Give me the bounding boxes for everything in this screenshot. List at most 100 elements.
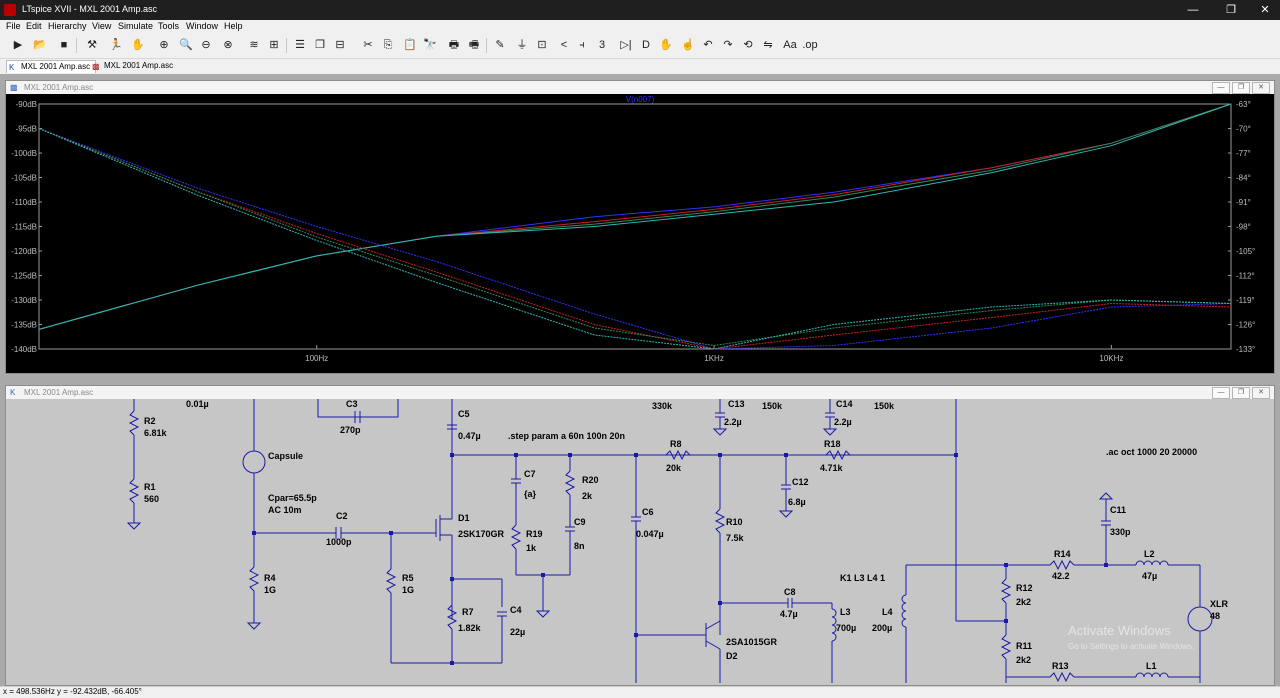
value-r11[interactable]: 2k2 <box>1016 655 1031 665</box>
menu-hierarchy[interactable]: Hierarchy <box>48 21 87 31</box>
window-restore-button[interactable]: ❐ <box>1232 387 1250 399</box>
label-r4[interactable]: R4 <box>264 573 276 583</box>
find-icon[interactable]: 🔭 <box>422 37 438 53</box>
trace-label[interactable]: V(n007) <box>626 95 655 104</box>
undo-icon[interactable]: ↶ <box>700 37 716 53</box>
label-k1[interactable]: K1 L3 L4 1 <box>840 573 885 583</box>
window-close-button[interactable]: ✕ <box>1252 387 1270 399</box>
value-r20[interactable]: 2k <box>582 491 593 501</box>
label-c4[interactable]: C4 <box>510 605 522 615</box>
value-c7[interactable]: {a} <box>524 489 537 499</box>
value-r4[interactable]: 1G <box>264 585 276 595</box>
value-r1[interactable]: 560 <box>144 494 159 504</box>
value-r5[interactable]: 1G <box>402 585 414 595</box>
step-directive[interactable]: .step param a 60n 100n 20n <box>508 431 625 441</box>
label-c11[interactable]: C11 <box>1110 505 1126 515</box>
value-r8[interactable]: 20k <box>666 463 682 473</box>
value-c6[interactable]: 0.047µ <box>636 529 664 539</box>
menu-edit[interactable]: Edit <box>26 21 42 31</box>
label-d2[interactable]: D2 <box>726 651 738 661</box>
menu-help[interactable]: Help <box>224 21 243 31</box>
menu-simulate[interactable]: Simulate <box>118 21 153 31</box>
label-r7[interactable]: R7 <box>462 607 474 617</box>
label-r13[interactable]: R13 <box>1052 661 1069 671</box>
window-minimize-button[interactable]: — <box>1212 82 1230 94</box>
menu-window[interactable]: Window <box>186 21 218 31</box>
label-d1[interactable]: D1 <box>458 513 470 523</box>
label-capsule[interactable]: Capsule <box>268 451 303 461</box>
waveform-window[interactable]: ▩ MXL 2001 Amp.asc — ❐ ✕ V(n007) -90dB -95d… <box>5 80 1275 374</box>
label-r20[interactable]: R20 <box>582 475 599 485</box>
control-panel-icon[interactable]: ⚒ <box>84 37 100 53</box>
label-l4[interactable]: L4 <box>882 607 893 617</box>
label-r11[interactable]: R11 <box>1016 641 1032 651</box>
diode-icon[interactable]: ▷| <box>618 37 634 53</box>
value-d2[interactable]: 2SA1015GR <box>726 637 778 647</box>
tab-waveform[interactable]: ▩ MXL 2001 Amp.asc <box>90 60 178 72</box>
label-c7[interactable]: C7 <box>524 469 536 479</box>
label-r10[interactable]: R10 <box>726 517 743 527</box>
value-c8[interactable]: 4.7µ <box>780 609 798 619</box>
label-r2[interactable]: R2 <box>144 416 156 426</box>
zoom-fit-icon[interactable]: ⊗ <box>220 37 236 53</box>
label-c5[interactable]: C5 <box>458 409 470 419</box>
value-c11[interactable]: 330p <box>1110 527 1131 537</box>
print-icon[interactable]: 🖶 <box>446 37 462 53</box>
value-top[interactable]: 0.01µ <box>186 399 209 409</box>
menu-tools[interactable]: Tools <box>158 21 179 31</box>
value-c9[interactable]: 8n <box>574 541 585 551</box>
value-150k-b[interactable]: 150k <box>874 401 895 411</box>
label-r8[interactable]: R8 <box>670 439 682 449</box>
value-d1[interactable]: 2SK170GR <box>458 529 505 539</box>
close-button[interactable]: ✕ <box>1252 2 1278 18</box>
spice-directive-icon[interactable]: .op <box>802 37 818 53</box>
cascade-icon[interactable]: ❐ <box>312 37 328 53</box>
label-r14[interactable]: R14 <box>1054 549 1071 559</box>
move-icon[interactable]: ✋ <box>658 37 674 53</box>
value-c5[interactable]: 0.47µ <box>458 431 481 441</box>
label-r19[interactable]: R19 <box>526 529 543 539</box>
label-c6[interactable]: C6 <box>642 507 654 517</box>
label-net-icon[interactable]: ⊡ <box>534 37 550 53</box>
ac-directive[interactable]: .ac oct 1000 20 20000 <box>1106 447 1197 457</box>
label-xlr[interactable]: XLR <box>1210 599 1229 609</box>
open-folder-icon[interactable]: 📂 <box>32 37 48 53</box>
maximize-button[interactable]: ❐ <box>1218 2 1244 18</box>
value-l3[interactable]: 700µ <box>836 623 856 633</box>
copy-icon[interactable]: ⎘ <box>380 37 396 53</box>
fft-icon[interactable]: ⊞ <box>266 37 282 53</box>
value-330k[interactable]: 330k <box>652 401 673 411</box>
minimize-button[interactable]: — <box>1180 2 1206 18</box>
save-icon[interactable]: ■ <box>56 37 72 53</box>
window-restore-button[interactable]: ❐ <box>1232 82 1250 94</box>
label-r1[interactable]: R1 <box>144 482 156 492</box>
zoom-in-icon[interactable]: ⊕ <box>156 37 172 53</box>
value-150k-a[interactable]: 150k <box>762 401 783 411</box>
value-c4[interactable]: 22µ <box>510 627 525 637</box>
value-c14[interactable]: 2.2µ <box>834 417 852 427</box>
value-r18[interactable]: 4.71k <box>820 463 844 473</box>
value-l4[interactable]: 200µ <box>872 623 892 633</box>
label-cpar[interactable]: Cpar=65.5p <box>268 493 317 503</box>
label-c14[interactable]: C14 <box>836 399 853 409</box>
value-r14[interactable]: 42.2 <box>1052 571 1070 581</box>
value-r2[interactable]: 6.81k <box>144 428 168 438</box>
label-c12[interactable]: C12 <box>792 477 809 487</box>
capacitor-icon[interactable]: ⫞ <box>574 37 590 53</box>
wire-icon[interactable]: ✎ <box>492 37 508 53</box>
rotate-icon[interactable]: ⟲ <box>740 37 756 53</box>
ground-icon[interactable]: ⏚ <box>514 37 530 53</box>
schematic-canvas[interactable]: R2 6.81k R1 560 0.01µ C3 270p Capsule Cp… <box>6 399 1272 683</box>
schematic-window[interactable]: K MXL 2001 Amp.asc — ❐ ✕ R2 6.81k R1 560… <box>5 385 1275 686</box>
schematic-window-titlebar[interactable]: K MXL 2001 Amp.asc — ❐ ✕ <box>6 386 1274 399</box>
label-r5[interactable]: R5 <box>402 573 414 583</box>
drag-icon[interactable]: ☝ <box>680 37 696 53</box>
redo-icon[interactable]: ↷ <box>720 37 736 53</box>
label-c13[interactable]: C13 <box>728 399 745 409</box>
menu-view[interactable]: View <box>92 21 111 31</box>
value-xlr[interactable]: 48 <box>1210 611 1220 621</box>
label-l2[interactable]: L2 <box>1144 549 1155 559</box>
window-close-button[interactable]: ✕ <box>1252 82 1270 94</box>
value-r12[interactable]: 2k2 <box>1016 597 1031 607</box>
value-r19[interactable]: 1k <box>526 543 537 553</box>
